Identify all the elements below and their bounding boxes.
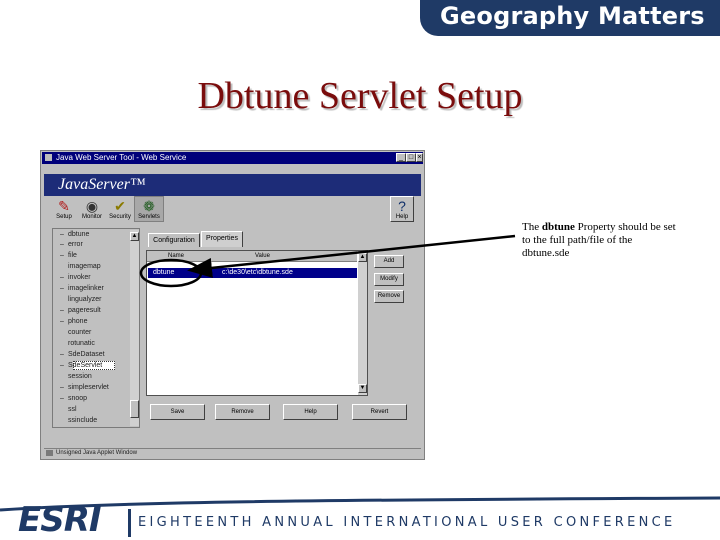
callout-ellipse [139, 258, 203, 288]
callout-arrow [187, 234, 516, 278]
esri-logo: ESRI [18, 500, 102, 540]
callout-overlay [139, 234, 516, 288]
conference-banner-text: EIGHTEENTH ANNUAL INTERNATIONAL USER CON… [138, 515, 676, 530]
footer-separator [128, 509, 131, 537]
